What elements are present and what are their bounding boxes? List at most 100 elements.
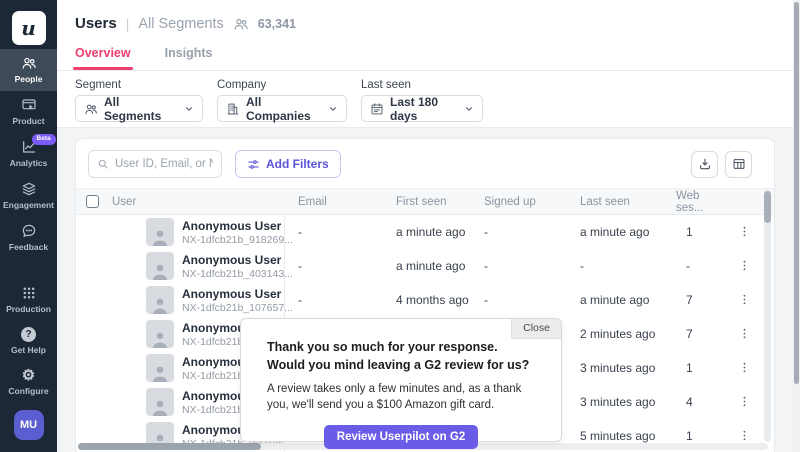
row-menu-button[interactable] (734, 427, 755, 444)
last-seen-cell: 3 minutes ago (576, 395, 672, 409)
column-header-email[interactable]: Email (294, 196, 392, 208)
export-button[interactable] (691, 151, 718, 178)
row-menu-button[interactable] (734, 359, 755, 376)
people-icon (84, 102, 98, 116)
last-seen-cell: 2 minutes ago (576, 327, 672, 341)
tab-insights[interactable]: Insights (165, 46, 213, 70)
chevron-down-icon (464, 104, 474, 114)
add-filters-button[interactable]: Add Filters (235, 150, 341, 178)
help-icon: ? (21, 327, 36, 342)
first-seen-cell: a minute ago (392, 225, 480, 239)
close-button[interactable]: Close (511, 319, 561, 339)
tab-overview[interactable]: Overview (75, 46, 131, 70)
page-scrollbar-thumb[interactable] (794, 2, 799, 384)
sidebar-item-analytics[interactable]: Beta Analytics (0, 133, 57, 175)
row-menu-button[interactable] (734, 257, 755, 274)
title-row: Users | All Segments 63,341 (57, 0, 800, 32)
calendar-icon (370, 102, 384, 116)
row-menu-button[interactable] (734, 393, 755, 410)
web-sessions-cell: 4 (672, 395, 730, 409)
filter-label: Segment (75, 79, 203, 91)
table-header: User Email First seen Signed up Last see… (76, 188, 774, 215)
sidebar-item-product[interactable]: Product (0, 91, 57, 133)
g2-review-popup: Close Thank you so much for your respons… (240, 318, 562, 442)
download-icon (698, 157, 712, 171)
sliders-icon (247, 158, 260, 171)
signed-up-cell: - (480, 225, 576, 239)
users-group-icon (233, 16, 249, 32)
user-name[interactable]: Anonymous User (182, 287, 293, 301)
add-filters-label: Add Filters (266, 157, 329, 171)
filter-segment: Segment All Segments (75, 79, 203, 127)
avatar (146, 286, 174, 314)
web-sessions-cell: 7 (672, 293, 730, 307)
first-seen-cell: a minute ago (392, 259, 480, 273)
layers-icon (21, 181, 37, 197)
web-sessions-cell: 1 (672, 429, 730, 443)
column-header-web-sessions[interactable]: Web ses... (672, 190, 730, 214)
people-icon (21, 55, 37, 71)
chat-bubble-icon (21, 223, 37, 239)
avatar (146, 320, 174, 348)
sidebar-item-label: Get Help (11, 345, 46, 355)
segment-title: All Segments (138, 16, 223, 32)
sidebar-item-people[interactable]: People (0, 49, 57, 91)
column-header-signed-up[interactable]: Signed up (480, 196, 576, 208)
table-toolbar: Add Filters (76, 139, 774, 188)
table-row[interactable]: Anonymous UserNX-1dfcb21b_918269...-a mi… (76, 215, 774, 249)
select-all-checkbox[interactable] (86, 195, 99, 208)
search-input[interactable] (115, 158, 213, 170)
last-seen-cell: 3 minutes ago (576, 361, 672, 375)
analytics-icon: Beta (21, 139, 37, 155)
email-cell: - (294, 225, 392, 239)
sidebar-item-label: Production (6, 304, 51, 314)
column-header-first-seen[interactable]: First seen (392, 196, 480, 208)
table-row[interactable]: Anonymous UserNX-1dfcb21b_107657...-4 mo… (76, 283, 774, 317)
segment-select[interactable]: All Segments (75, 95, 203, 122)
building-icon (226, 102, 240, 116)
user-id: NX-1dfcb21b_107657... (182, 302, 293, 314)
company-select[interactable]: All Companies (217, 95, 347, 122)
user-avatar-button[interactable]: MU (14, 410, 44, 440)
sidebar-item-get-help[interactable]: ? Get Help (0, 321, 57, 362)
sidebar-item-engagement[interactable]: Engagement (0, 175, 57, 217)
signed-up-cell: - (480, 293, 576, 307)
select-value: All Companies (246, 95, 322, 123)
web-sessions-cell: 7 (672, 327, 730, 341)
sidebar-item-label: Product (12, 116, 44, 126)
userpilot-logo[interactable]: u (12, 11, 46, 45)
horizontal-scrollbar-thumb[interactable] (78, 443, 261, 450)
sidebar-item-label: Analytics (10, 158, 48, 168)
last-seen-select[interactable]: Last 180 days (361, 95, 483, 122)
manage-columns-button[interactable] (725, 151, 752, 178)
row-menu-button[interactable] (734, 223, 755, 240)
select-value: Last 180 days (390, 95, 458, 123)
column-header-user[interactable]: User (108, 196, 294, 208)
user-name[interactable]: Anonymous User (182, 219, 293, 233)
user-name[interactable]: Anonymous User (182, 253, 293, 267)
web-sessions-cell: 1 (672, 361, 730, 375)
popup-body-text: A review takes only a few minutes and, a… (267, 382, 535, 414)
beta-badge: Beta (32, 134, 56, 145)
sidebar-item-production[interactable]: Production (0, 279, 57, 321)
popup-heading: Thank you so much for your response. Wou… (267, 339, 535, 374)
sidebar-item-configure[interactable]: ⚙ Configure (0, 362, 57, 403)
sidebar-bottom-nav: Production ? Get Help ⚙ Configure MU (0, 279, 57, 452)
column-header-last-seen[interactable]: Last seen (576, 196, 672, 208)
row-menu-button[interactable] (734, 291, 755, 308)
title-separator: | (126, 16, 130, 32)
sidebar-item-feedback[interactable]: Feedback (0, 217, 57, 259)
chevron-down-icon (184, 104, 194, 114)
email-cell: - (294, 259, 392, 273)
sidebar-nav: People Product Beta Analytics Engagement (0, 49, 57, 259)
last-seen-cell: 5 minutes ago (576, 429, 672, 443)
product-icon (21, 97, 37, 113)
vertical-scrollbar-thumb[interactable] (764, 191, 771, 223)
avatar (146, 354, 174, 382)
row-menu-button[interactable] (734, 325, 755, 342)
review-on-g2-button[interactable]: Review Userpilot on G2 (324, 425, 478, 449)
table-row[interactable]: Anonymous UserNX-1dfcb21b_403143...-a mi… (76, 249, 774, 283)
signed-up-cell: - (480, 259, 576, 273)
sidebar-item-label: People (15, 74, 43, 84)
user-count: 63,341 (258, 17, 296, 31)
